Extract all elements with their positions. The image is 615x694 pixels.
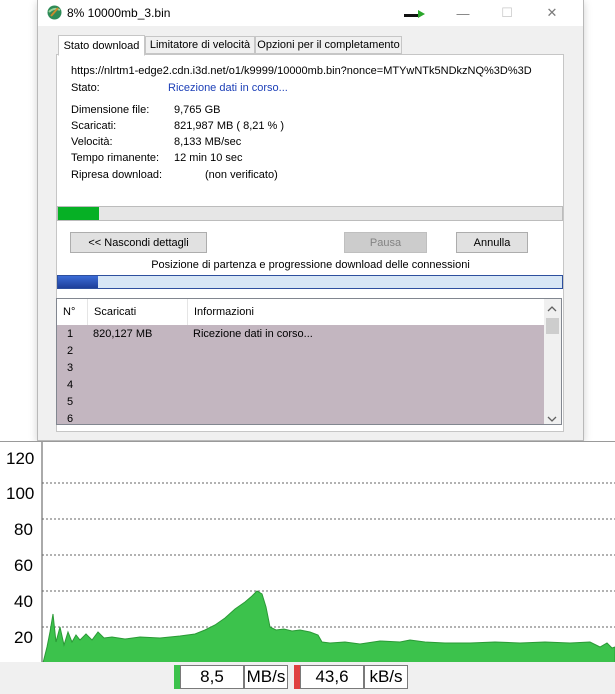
maximize-button[interactable]: ☐ [485, 0, 529, 26]
pause-button[interactable]: Pausa [344, 232, 427, 253]
title-bar: 8% 10000mb_3.bin — ☐ ✕ [38, 0, 583, 26]
tab-limitatore-velocita[interactable]: Limitatore di velocità [145, 36, 255, 54]
connections-progress-bar [57, 275, 563, 289]
scroll-down-arrow-icon[interactable] [547, 413, 557, 425]
status-label: Stato: [71, 82, 100, 94]
table-row[interactable]: 3 [57, 359, 544, 376]
size-label: Dimensione file: [71, 104, 150, 116]
download-progress-fill [58, 207, 100, 220]
table-row[interactable]: 2 [57, 342, 544, 359]
scroll-thumb[interactable] [546, 318, 559, 334]
download-speed-value: 8,5 [180, 665, 244, 689]
table-row[interactable]: 6 [57, 410, 544, 424]
table-row[interactable]: 5 [57, 393, 544, 410]
status-value: Ricezione dati in corso... [168, 82, 288, 94]
speed-graph-area [42, 590, 615, 663]
tab-stato-download[interactable]: Stato download [58, 35, 145, 56]
row-downloaded: 820,127 MB [93, 328, 153, 340]
resume-value: (non verificato) [205, 169, 278, 181]
window-title: 8% 10000mb_3.bin [67, 6, 171, 20]
row-number: 3 [67, 362, 74, 374]
connections-list[interactable]: N° Scaricati Informazioni 1 820,127 MB R… [56, 298, 562, 425]
vertical-scrollbar[interactable] [544, 299, 561, 424]
remaining-value: 12 min 10 sec [174, 152, 243, 164]
column-header-downloaded[interactable]: Scaricati [88, 299, 188, 325]
row-number: 4 [67, 379, 74, 391]
speed-value: 8,133 MB/sec [174, 136, 242, 148]
row-number: 5 [67, 396, 74, 408]
scroll-up-arrow-icon[interactable] [547, 303, 557, 315]
hide-details-button[interactable]: << Nascondi dettagli [70, 232, 207, 253]
connections-caption: Posizione di partenza e progressione dow… [151, 259, 470, 271]
close-button[interactable]: ✕ [530, 0, 574, 26]
speed-graph-plot [41, 442, 615, 663]
row-number: 2 [67, 345, 74, 357]
downloaded-label: Scaricati: [71, 120, 117, 132]
speed-graph: 120 100 80 60 40 20 [0, 441, 615, 663]
download-speed-unit: MB/s [244, 665, 288, 689]
size-value: 9,765 GB [174, 104, 221, 116]
download-url: https://nlrtm1-edge2.cdn.i3d.net/o1/k999… [71, 65, 532, 77]
resume-label: Ripresa download: [71, 169, 163, 181]
column-header-number[interactable]: N° [57, 299, 88, 325]
close-icon: ✕ [546, 5, 558, 20]
row-info: Ricezione dati in corso... [193, 328, 313, 340]
table-row[interactable]: 1 820,127 MB Ricezione dati in corso... [57, 325, 544, 342]
tab-label: Stato download [63, 39, 140, 52]
table-row[interactable]: 4 [57, 376, 544, 393]
downloaded-value: 821,987 MB ( 8,21 % ) [174, 120, 285, 132]
minimize-button[interactable]: — [441, 0, 485, 26]
upload-speed-value: 43,6 [300, 665, 364, 689]
speed-label: Velocità: [71, 136, 113, 148]
maximize-icon: ☐ [501, 5, 513, 20]
remaining-label: Tempo rimanente: [71, 152, 160, 164]
tab-label: Opzioni per il completamento [257, 39, 400, 51]
cancel-button[interactable]: Annulla [456, 232, 528, 253]
status-bar: 8,5 MB/s 43,6 kB/s [0, 662, 615, 694]
upload-speed-unit: kB/s [364, 665, 408, 689]
download-window: 8% 10000mb_3.bin — ☐ ✕ Stato download Li… [37, 0, 584, 441]
connections-progress-fill [58, 276, 99, 288]
column-header-info[interactable]: Informazioni [188, 299, 544, 325]
download-progress-bar [57, 206, 563, 221]
download-arrow-icon [404, 9, 426, 22]
tab-label: Limitatore di velocità [149, 39, 251, 51]
row-number: 1 [67, 328, 74, 340]
row-number: 6 [67, 413, 74, 424]
tab-opzioni-completamento[interactable]: Opzioni per il completamento [255, 36, 402, 54]
app-icon [46, 4, 63, 24]
minimize-icon: — [456, 5, 470, 21]
